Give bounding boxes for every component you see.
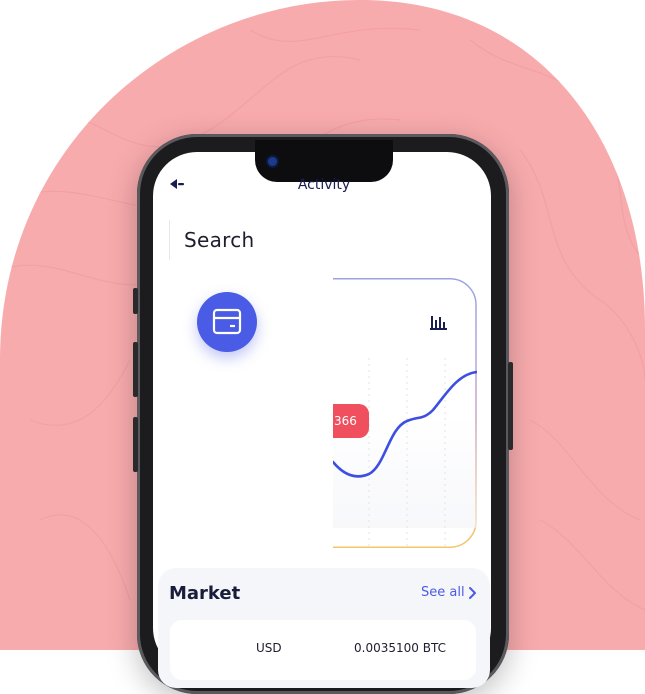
phone-volume-down-button [133,417,138,472]
see-all-link[interactable]: See all [421,585,465,600]
back-arrow-icon[interactable] [169,177,187,191]
phone-power-button [508,362,513,450]
wallet-icon [212,308,242,335]
market-row-currency: USD [256,641,282,655]
wallet-button[interactable] [197,292,257,352]
phone-volume-up-button [133,342,138,397]
camera-icon [268,157,277,166]
chevron-right-icon[interactable] [468,586,478,600]
market-title: Market [169,583,241,604]
price-tooltip: 366 [333,404,369,438]
page-title: Activity [297,177,351,193]
bar-chart-icon[interactable] [430,314,447,330]
search-label: Search [184,228,255,252]
phone-side-button [133,288,138,314]
market-row-value: 0.0035100 BTC [354,641,446,655]
